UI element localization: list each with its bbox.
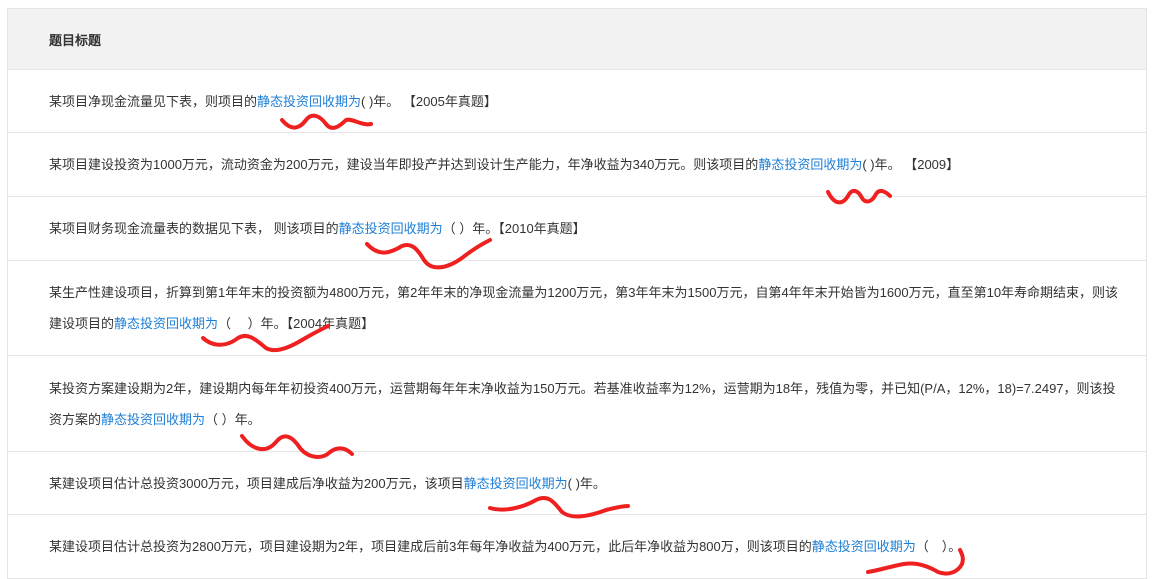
column-header-title: 题目标题 [49, 32, 102, 48]
question-text: 某项目净现金流量见下表，则项目的静态投资回收期为( )年。 【2005年真题】 [49, 93, 497, 109]
question-row[interactable]: 某投资方案建设期为2年，建设期内每年年初投资400万元，运营期每年年末净收益为1… [8, 356, 1146, 452]
question-row[interactable]: 某项目财务现金流量表的数据见下表， 则该项目的静态投资回收期为（ ）年。【201… [8, 197, 1146, 261]
question-text: 某生产性建设项目，折算到第1年年末的投资额为4800万元，第2年年末的净现金流量… [49, 285, 1119, 331]
question-text: 某项目财务现金流量表的数据见下表， 则该项目的静态投资回收期为（ ）年。【201… [49, 221, 586, 236]
question-row[interactable]: 某项目建设投资为1000万元，流动资金为200万元，建设当年即投产并达到设计生产… [8, 133, 1146, 197]
keyword-link[interactable]: 静态投资回收期为 [101, 412, 205, 427]
keyword-link[interactable]: 静态投资回收期为 [812, 539, 916, 554]
keyword-link[interactable]: 静态投资回收期为 [758, 157, 862, 172]
keyword-link[interactable]: 静态投资回收期为 [464, 476, 568, 491]
question-text: 某建设项目估计总投资3000万元，项目建成后净收益为200万元，该项目静态投资回… [49, 475, 606, 491]
keyword-link[interactable]: 静态投资回收期为 [339, 221, 443, 236]
question-text: 某投资方案建设期为2年，建设期内每年年初投资400万元，运营期每年年末净收益为1… [49, 380, 1116, 427]
keyword-link[interactable]: 静态投资回收期为 [114, 316, 218, 331]
table-header: 题目标题 [8, 9, 1146, 70]
question-text: 某建设项目估计总投资为2800万元，项目建设期为2年，项目建成后前3年每年净收益… [49, 539, 962, 554]
question-text: 某项目建设投资为1000万元，流动资金为200万元，建设当年即投产并达到设计生产… [49, 157, 960, 172]
question-row[interactable]: 某项目净现金流量见下表，则项目的静态投资回收期为( )年。 【2005年真题】 [8, 70, 1146, 133]
keyword-link[interactable]: 静态投资回收期为 [257, 94, 361, 109]
question-row[interactable]: 某建设项目估计总投资为2800万元，项目建设期为2年，项目建成后前3年每年净收益… [8, 515, 1146, 579]
question-list-table: 题目标题 某项目净现金流量见下表，则项目的静态投资回收期为( )年。 【2005… [7, 8, 1147, 579]
question-row[interactable]: 某生产性建设项目，折算到第1年年末的投资额为4800万元，第2年年末的净现金流量… [8, 261, 1146, 356]
question-row[interactable]: 某建设项目估计总投资3000万元，项目建成后净收益为200万元，该项目静态投资回… [8, 452, 1146, 515]
